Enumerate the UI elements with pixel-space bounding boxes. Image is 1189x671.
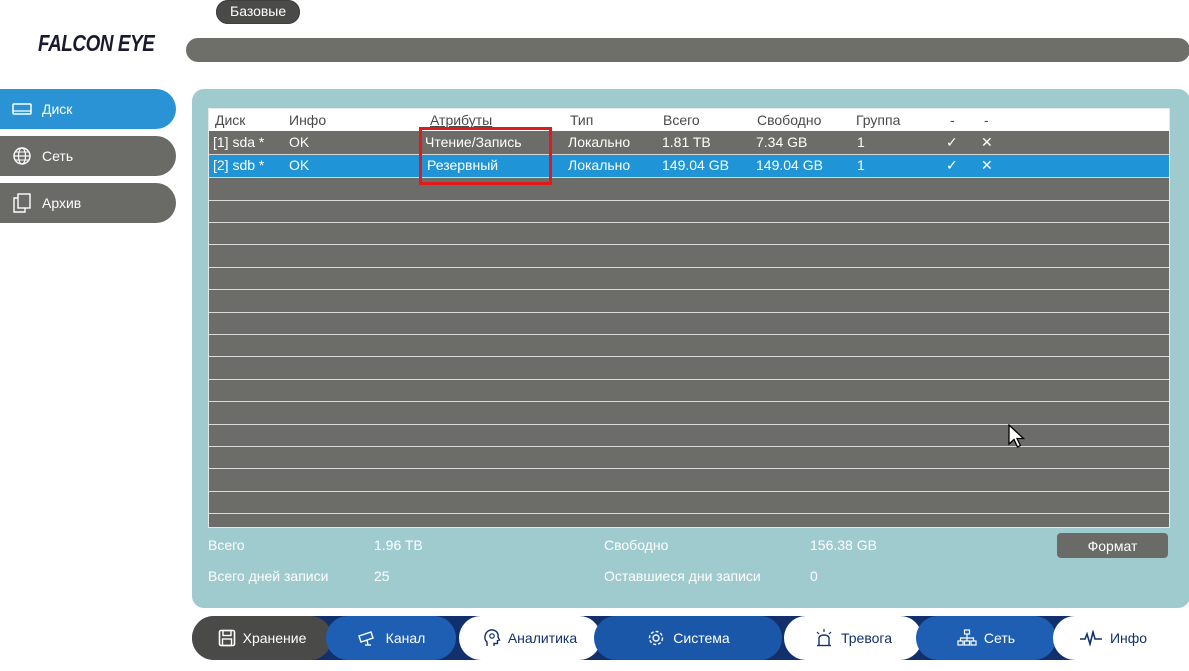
delete-icon[interactable]: ✕	[981, 132, 993, 152]
empty-row-line	[209, 334, 1169, 335]
empty-row-line	[209, 267, 1169, 268]
archive-icon	[12, 193, 32, 213]
cell-free: 149.04 GB	[756, 157, 823, 173]
network-icon	[957, 629, 977, 647]
empty-row-line	[209, 244, 1169, 245]
total-value: 1.96 TB	[374, 537, 423, 553]
analytics-head-icon	[483, 628, 501, 648]
cell-type: Локально	[568, 157, 631, 173]
camera-icon	[357, 629, 379, 647]
tab-advanced[interactable]: Расширенные	[497, 0, 589, 24]
cell-info: OK	[289, 134, 310, 150]
sidebar-item-label: Сеть	[42, 148, 74, 164]
record-days-label: Всего дней записи	[208, 568, 329, 584]
disk-icon	[12, 99, 32, 119]
header-disk[interactable]: Диск	[215, 109, 245, 131]
disk-table: Диск Инфо Атрибуты Тип Всего Свободно Гр…	[208, 108, 1170, 528]
remaining-days-label: Оставшиеся дни записи	[604, 568, 761, 584]
header-info[interactable]: Инфо	[289, 109, 326, 131]
nav-label: Система	[673, 630, 730, 646]
cell-group: 1	[857, 134, 865, 150]
save-icon	[218, 629, 236, 647]
tab-hdd-mode[interactable]: K3256_HDDMode	[331, 0, 445, 24]
highlight-box	[419, 127, 552, 185]
empty-row-line	[209, 356, 1169, 357]
alarm-light-icon	[814, 628, 834, 648]
sidebar-item-network[interactable]: Сеть	[0, 136, 176, 176]
table-row[interactable]: [1] sda * OK Чтение/Запись Локально 1.81…	[209, 132, 1169, 155]
header-edit: -	[950, 112, 955, 128]
nav-info[interactable]: Инфо	[1053, 616, 1173, 660]
empty-row-line	[209, 468, 1169, 469]
header-total[interactable]: Всего	[663, 109, 700, 131]
empty-row-line	[209, 222, 1169, 223]
nav-storage[interactable]: Хранение	[192, 616, 332, 660]
nav-label: Инфо	[1109, 630, 1148, 646]
cell-total: 149.04 GB	[662, 157, 729, 173]
empty-row-line	[209, 200, 1169, 201]
total-label: Всего	[208, 537, 245, 553]
cell-free: 7.34 GB	[756, 134, 808, 150]
mouse-cursor-icon	[1008, 423, 1028, 453]
header-type[interactable]: Тип	[570, 109, 593, 131]
cell-total: 1.81 TB	[662, 134, 711, 150]
empty-row-line	[209, 401, 1169, 402]
nav-network[interactable]: Сеть	[916, 616, 1056, 660]
nav-analytics[interactable]: Аналитика	[459, 616, 601, 660]
empty-row-line	[209, 289, 1169, 290]
nav-label: Аналитика	[507, 630, 578, 646]
remaining-days-value: 0	[810, 568, 818, 584]
empty-row-line	[209, 379, 1169, 380]
sidebar-item-disk[interactable]: Диск	[0, 89, 176, 129]
record-days-value: 25	[374, 568, 390, 584]
cell-disk: [2] sdb *	[213, 157, 265, 173]
nav-system[interactable]: Система	[594, 616, 782, 660]
nav-channel[interactable]: Канал	[326, 616, 456, 660]
header-group[interactable]: Группа	[856, 109, 900, 131]
gear-icon	[646, 628, 666, 648]
edit-icon[interactable]: ✓	[946, 155, 958, 175]
format-button[interactable]: Формат	[1057, 533, 1168, 558]
edit-icon[interactable]: ✓	[946, 132, 958, 152]
free-label: Свободно	[604, 537, 669, 553]
pulse-icon	[1079, 630, 1103, 646]
empty-row-line	[209, 491, 1169, 492]
cell-info: OK	[289, 157, 310, 173]
sidebar-item-label: Архив	[42, 195, 82, 211]
sidebar-item-label: Диск	[42, 101, 73, 117]
nav-label: Канал	[385, 630, 426, 646]
network-globe-icon	[12, 146, 32, 166]
nav-label: Тревога	[841, 630, 892, 646]
falcon-eye-logo: FALCON EYE	[38, 30, 155, 56]
sidebar-item-archive[interactable]: Архив	[0, 183, 176, 223]
header-free[interactable]: Свободно	[757, 109, 821, 131]
nav-alarm[interactable]: Тревога	[784, 616, 922, 660]
cell-group: 1	[857, 157, 865, 173]
empty-row-line	[209, 513, 1169, 514]
free-value: 156.38 GB	[810, 537, 877, 553]
tab-basic[interactable]: Базовые	[216, 0, 301, 24]
nav-label: Хранение	[242, 630, 307, 646]
table-row[interactable]: [2] sdb * OK Резервный Локально 149.04 G…	[209, 155, 1169, 178]
header-delete: -	[984, 112, 989, 128]
cell-disk: [1] sda *	[213, 134, 265, 150]
nav-label: Сеть	[983, 630, 1016, 646]
table-header: Диск Инфо Атрибуты Тип Всего Свободно Гр…	[209, 109, 1169, 131]
cell-type: Локально	[568, 134, 631, 150]
delete-icon[interactable]: ✕	[981, 155, 993, 175]
top-tab-bar	[186, 38, 1189, 62]
empty-row-line	[209, 312, 1169, 313]
